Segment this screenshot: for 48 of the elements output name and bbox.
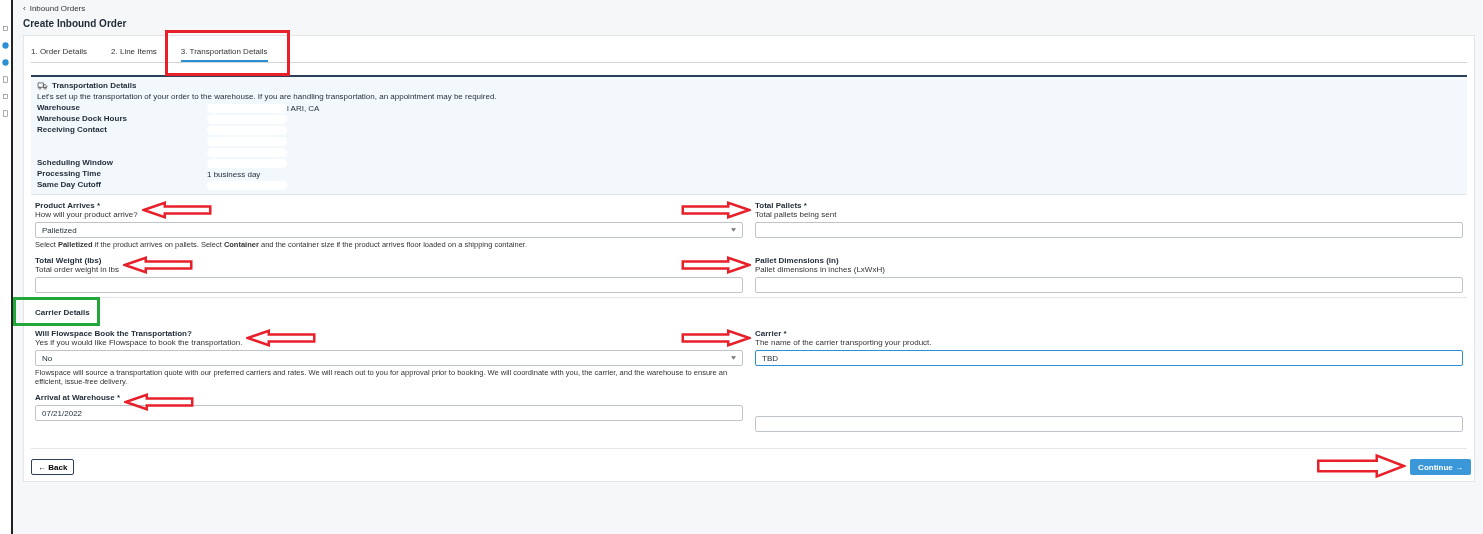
field-help: The name of the carrier transporting your product.	[755, 338, 932, 347]
input-field[interactable]	[755, 416, 1463, 432]
caret-icon	[731, 228, 736, 232]
field-help: Total pallets being sent	[755, 210, 837, 219]
info-label: Receiving Contact	[37, 125, 108, 136]
caret-icon	[731, 356, 736, 360]
select-field[interactable]: Palletized	[35, 222, 743, 238]
input-field[interactable]	[755, 277, 1463, 293]
field-help: Yes if you would like Flowspace to book the transportation.	[35, 338, 243, 347]
field-label: Total Pallets *	[755, 201, 808, 210]
tab[interactable]: 3. Transportation Details	[180, 44, 268, 62]
nav-icon[interactable]	[2, 110, 9, 117]
page-title: Create Inbound Order	[23, 18, 128, 29]
info-value: 1 business day	[207, 169, 261, 179]
info-value: l ARI, CA	[287, 103, 320, 113]
field-help: How will your product arrive?	[35, 210, 138, 219]
field-label: Arrival at Warehouse *	[35, 393, 121, 402]
section-title: Carrier Details	[35, 308, 90, 317]
field-label: Will Flowspace Book the Transportation?	[35, 329, 193, 338]
info-label: Warehouse Dock Hours	[37, 114, 128, 124]
panel-title: Transportation Details	[52, 81, 137, 90]
truck-icon	[37, 81, 48, 90]
tab[interactable]: 2. Line Items	[111, 44, 157, 62]
field-help: Pallet dimensions in inches (LxWxH)	[755, 265, 885, 274]
info-label: Warehouse	[37, 103, 81, 113]
select-field[interactable]: No	[35, 350, 743, 366]
back-chevron-icon[interactable]: ‹	[23, 3, 26, 13]
breadcrumb-link[interactable]: Inbound Orders	[29, 3, 86, 13]
field-label: Product Arrives *	[35, 201, 102, 210]
nav-icon[interactable]	[2, 76, 9, 83]
nav-icon[interactable]	[2, 25, 9, 32]
nav-icon[interactable]	[2, 42, 9, 49]
back-button[interactable]: ← Back	[31, 459, 75, 475]
nav-icon[interactable]	[2, 93, 9, 100]
input-field[interactable]	[755, 222, 1463, 238]
nav-icon[interactable]	[2, 59, 9, 66]
tab[interactable]: 1. Order Details	[31, 44, 88, 62]
input-field[interactable]: 07/21/2022	[35, 405, 743, 421]
info-label: Same Day Cutoff	[37, 180, 102, 190]
field-label: Carrier *	[755, 329, 788, 338]
input-field[interactable]	[35, 277, 743, 293]
input-field[interactable]: TBD	[755, 350, 1463, 366]
info-label: Processing Time	[37, 169, 102, 179]
field-help: Total order weight in lbs	[35, 265, 120, 274]
info-label: Scheduling Window	[37, 158, 114, 168]
field-label: Pallet Dimensions (in)	[755, 256, 840, 265]
field-label: Total Weight (lbs)	[35, 256, 103, 265]
info-text: Let's set up the transportation of your order to the warehouse. If you are handling transportation, an appointment may be required.	[37, 92, 498, 101]
